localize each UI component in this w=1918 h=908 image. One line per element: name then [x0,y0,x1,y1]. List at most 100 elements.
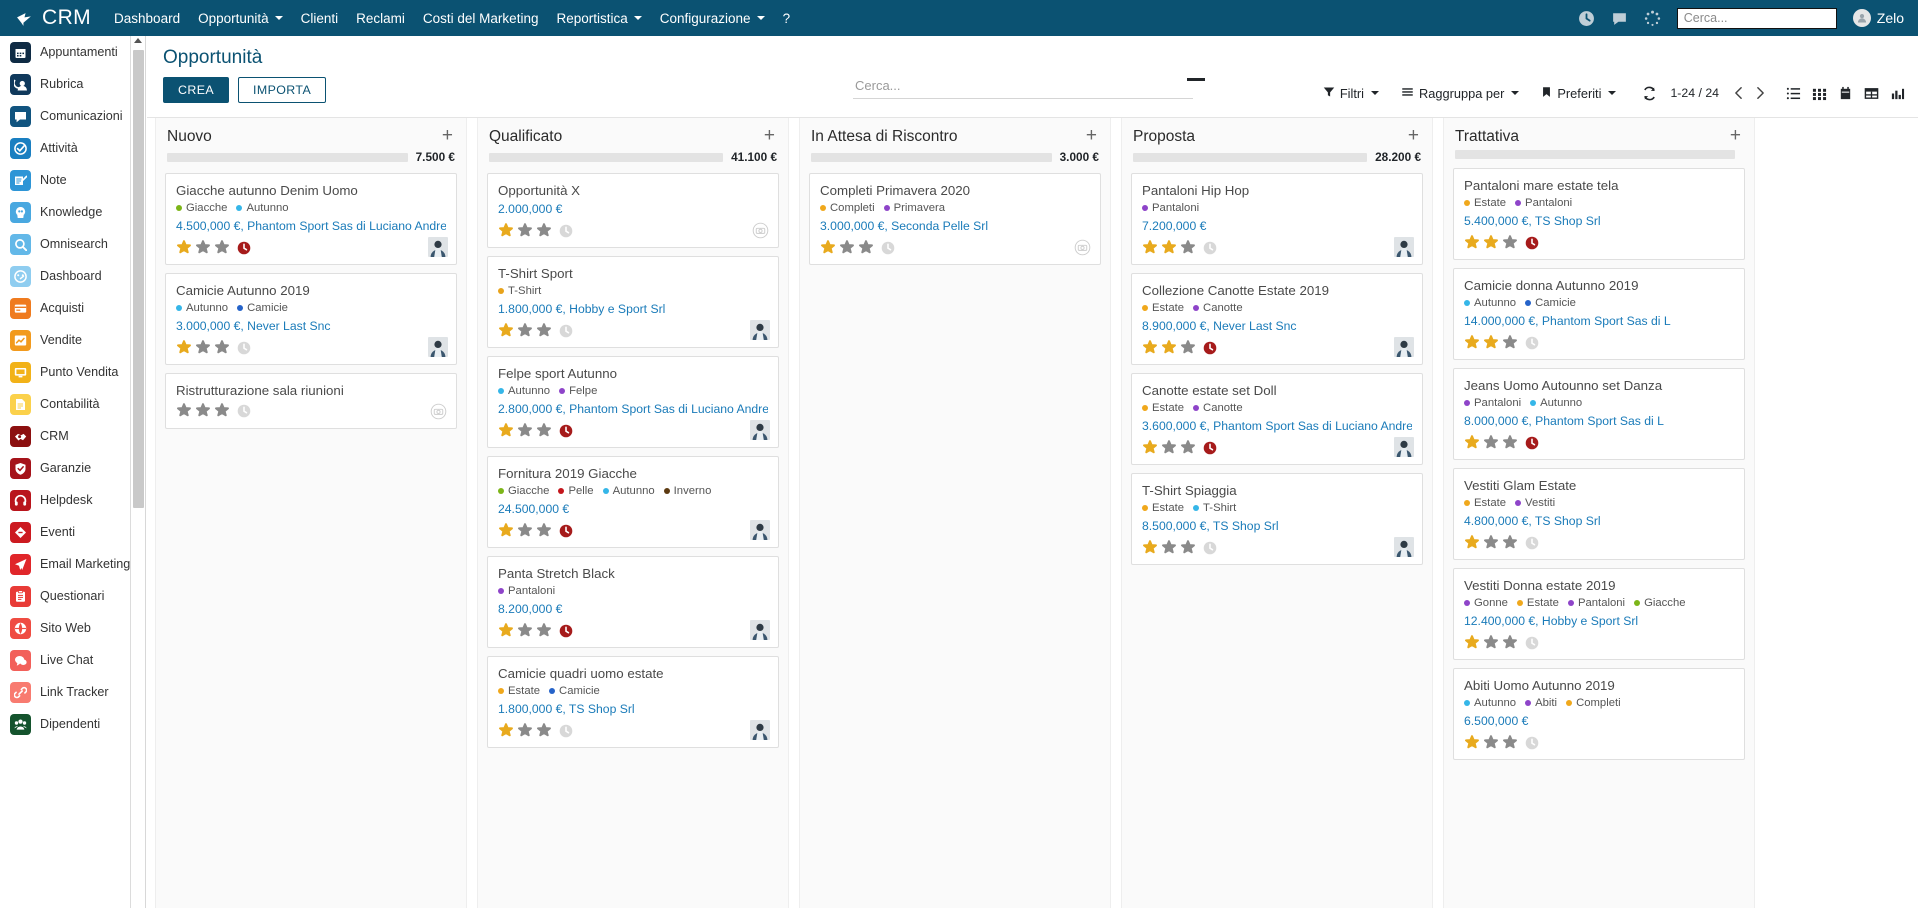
scroll-up-arrow-icon[interactable] [134,38,142,43]
list-view-icon[interactable] [1780,82,1806,104]
activity-clock-icon[interactable] [1199,241,1217,255]
priority-star-icon[interactable] [1180,539,1196,556]
card-amount-customer[interactable]: 4.800,000 €, TS Shop Srl [1464,514,1734,528]
add-card-button[interactable]: + [1728,126,1743,145]
activity-clock-icon[interactable] [555,324,573,338]
pivot-view-icon[interactable] [1858,82,1884,104]
card-amount-customer[interactable]: 1.800,000 €, Hobby e Sport Srl [498,302,768,316]
nav-link-[interactable]: ? [774,0,800,36]
kanban-card[interactable]: Jeans Uomo Autounno set Danza Pantaloni Au… [1453,368,1745,460]
priority-star-icon[interactable] [517,722,533,739]
kanban-card[interactable]: Completi Primavera 2020 Completi Primavera… [809,173,1101,265]
nav-link-opportunit[interactable]: Opportunità [189,0,292,36]
sidebar-item-acquisti[interactable]: Acquisti [0,292,130,324]
assignee-avatar[interactable] [1394,237,1414,257]
priority-star-icon[interactable] [1502,534,1518,551]
card-amount-customer[interactable]: 3.000,000 €, Never Last Snc [176,319,446,333]
priority-star-icon[interactable] [498,222,514,239]
kanban-card[interactable]: Fornitura 2019 Giacche Giacche Pelle Autunn… [487,456,779,548]
sidebar-item-garanzie[interactable]: Garanzie [0,452,130,484]
sidebar-item-link-tracker[interactable]: Link Tracker [0,676,130,708]
priority-star-icon[interactable] [820,239,836,256]
activity-clock-icon[interactable] [1521,336,1539,350]
assignee-avatar[interactable] [428,337,448,357]
priority-star-icon[interactable] [517,222,533,239]
activity-clock-icon[interactable] [233,404,251,418]
priority-star-icon[interactable] [536,322,552,339]
activity-clock-icon[interactable] [1521,236,1539,250]
clock-icon[interactable] [1578,10,1595,27]
priority-star-icon[interactable] [1502,434,1518,451]
kanban-card[interactable]: Pantaloni mare estate tela Estate Pantalon… [1453,168,1745,260]
card-amount-customer[interactable]: 5.400,000 €, TS Shop Srl [1464,214,1734,228]
activity-clock-icon[interactable] [1199,441,1217,455]
card-amount-customer[interactable]: 3.600,000 €, Phantom Sport Sas di Lucian… [1142,419,1412,433]
brand-logo[interactable]: CRM [0,6,105,30]
priority-star-icon[interactable] [1483,534,1499,551]
create-button[interactable]: CREA [163,77,230,103]
priority-star-icon[interactable] [517,322,533,339]
nav-link-dashboard[interactable]: Dashboard [105,0,189,36]
record-search-input[interactable]: Cerca... [853,72,1193,99]
priority-star-icon[interactable] [498,322,514,339]
nav-link-reclami[interactable]: Reclami [347,0,414,36]
activity-clock-icon[interactable] [877,241,895,255]
groupby-dropdown[interactable]: Raggruppa per [1390,81,1530,105]
activity-clock-icon[interactable] [1199,341,1217,355]
kanban-card[interactable]: Camicie quadri uomo estate Estate Camicie 1… [487,656,779,748]
sidebar-item-appuntamenti[interactable]: Appuntamenti [0,36,130,68]
priority-star-icon[interactable] [195,339,211,356]
card-amount-customer[interactable]: 12.400,000 €, Hobby e Sport Srl [1464,614,1734,628]
priority-star-icon[interactable] [1142,539,1158,556]
add-card-button[interactable]: + [440,126,455,145]
priority-star-icon[interactable] [1464,334,1480,351]
camera-placeholder-icon[interactable] [752,222,769,239]
sidebar-item-knowledge[interactable]: Knowledge [0,196,130,228]
activity-clock-icon[interactable] [555,624,573,638]
sidebar-item-note[interactable]: Note [0,164,130,196]
priority-star-icon[interactable] [536,722,552,739]
nav-link-costi-del-marketing[interactable]: Costi del Marketing [414,0,548,36]
priority-star-icon[interactable] [176,402,192,419]
kanban-view-icon[interactable] [1806,82,1832,104]
add-card-button[interactable]: + [1084,126,1099,145]
assignee-avatar[interactable] [750,320,770,340]
kanban-card[interactable]: T-Shirt Spiaggia Estate T-Shirt 8.500,000 €… [1131,473,1423,565]
priority-star-icon[interactable] [214,339,230,356]
priority-star-icon[interactable] [536,622,552,639]
card-amount-customer[interactable]: 24.500,000 € [498,502,768,516]
priority-star-icon[interactable] [1161,539,1177,556]
sidebar-item-punto-vendita[interactable]: Punto Vendita [0,356,130,388]
priority-star-icon[interactable] [1161,339,1177,356]
sidebar-item-sito-web[interactable]: Sito Web [0,612,130,644]
assignee-avatar[interactable] [1394,537,1414,557]
card-amount-customer[interactable]: 1.800,000 €, TS Shop Srl [498,702,768,716]
sidebar-scrollbar[interactable] [131,36,146,908]
assignee-avatar[interactable] [1394,337,1414,357]
priority-star-icon[interactable] [498,522,514,539]
import-button[interactable]: IMPORTA [238,77,327,103]
sidebar-item-questionari[interactable]: Questionari [0,580,130,612]
assignee-avatar[interactable] [428,237,448,257]
assignee-avatar[interactable] [750,520,770,540]
activity-clock-icon[interactable] [233,241,251,255]
priority-star-icon[interactable] [498,722,514,739]
sidebar-item-email-marketing[interactable]: Email Marketing [0,548,130,580]
card-amount-customer[interactable]: 7.200,000 € [1142,219,1412,233]
sidebar-item-comunicazioni[interactable]: Comunicazioni [0,100,130,132]
scrollbar-thumb[interactable] [133,50,144,508]
kanban-card[interactable]: Canotte estate set Doll Estate Canotte 3.60… [1131,373,1423,465]
priority-star-icon[interactable] [1502,734,1518,751]
sidebar-item-helpdesk[interactable]: Helpdesk [0,484,130,516]
card-amount-customer[interactable]: 4.500,000 €, Phantom Sport Sas di Lucian… [176,219,446,233]
card-amount-customer[interactable]: 3.000,000 €, Seconda Pelle Srl [820,219,1090,233]
priority-star-icon[interactable] [536,422,552,439]
activity-clock-icon[interactable] [555,224,573,238]
priority-star-icon[interactable] [839,239,855,256]
priority-star-icon[interactable] [517,622,533,639]
calendar-view-icon[interactable] [1832,82,1858,104]
sidebar-item-vendite[interactable]: Vendite [0,324,130,356]
activity-clock-icon[interactable] [1521,536,1539,550]
priority-star-icon[interactable] [195,239,211,256]
priority-star-icon[interactable] [858,239,874,256]
